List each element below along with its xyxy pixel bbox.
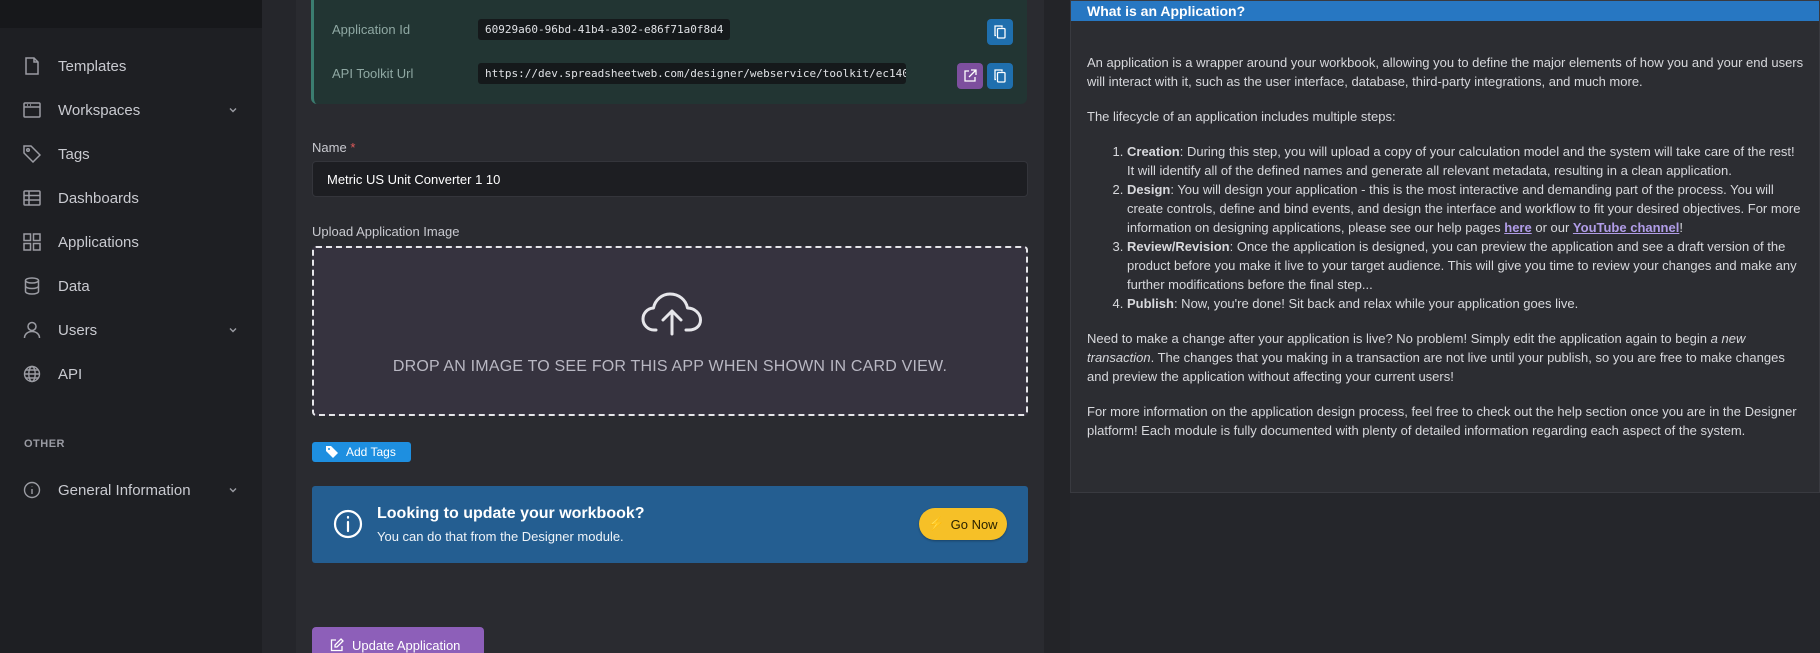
sidebar-item-general-information[interactable]: General Information — [22, 475, 240, 505]
link-connector: or our — [1531, 220, 1573, 235]
panel-paragraph: For more information on the application … — [1087, 404, 1797, 438]
copy-application-id-button[interactable] — [987, 19, 1013, 45]
step-title: Publish — [1127, 296, 1174, 311]
edit-icon — [330, 638, 344, 652]
youtube-channel-link[interactable]: YouTube channel — [1573, 220, 1679, 235]
tag-icon — [326, 446, 338, 458]
tag-icon — [22, 144, 42, 164]
copy-icon — [994, 25, 1006, 39]
grid-icon — [22, 232, 42, 252]
go-now-label: Go Now — [950, 516, 998, 532]
step-item: Review/Revision: Once the application is… — [1127, 237, 1805, 294]
step-text: : You will design your application - thi… — [1127, 182, 1801, 235]
application-id-label: Application Id — [332, 22, 411, 37]
chevron-down-icon[interactable] — [226, 483, 240, 497]
sidebar-item-label: Data — [58, 277, 90, 295]
update-workbook-banner: Looking to update your workbook? You can… — [312, 486, 1028, 563]
workspace-icon — [22, 100, 42, 120]
step-item: Design: You will design your application… — [1127, 180, 1805, 237]
sidebar-item-label: Tags — [58, 145, 90, 163]
image-dropzone[interactable]: DROP AN IMAGE TO SEE FOR THIS APP WHEN S… — [312, 246, 1028, 416]
panel-paragraph: Need to make a change after your applica… — [1087, 329, 1805, 386]
required-mark: * — [350, 140, 356, 155]
panel-body: An application is a wrapper around your … — [1087, 53, 1805, 456]
dropzone-text: DROP AN IMAGE TO SEE FOR THIS APP WHEN S… — [392, 358, 948, 375]
sidebar-item-tags[interactable]: Tags — [22, 139, 240, 169]
sidebar-item-api[interactable]: API — [22, 359, 240, 389]
add-tags-button[interactable]: Add Tags — [312, 442, 411, 462]
panel-text: Need to make a change after your applica… — [1087, 331, 1711, 346]
sidebar-item-workspaces[interactable]: Workspaces — [22, 95, 240, 125]
user-icon — [22, 320, 42, 340]
sidebar-item-label: Applications — [58, 233, 139, 251]
step-title: Design — [1127, 182, 1171, 197]
sidebar: Templates Workspaces Tags Dashboards App… — [0, 0, 262, 653]
api-toolkit-label: API Toolkit Url — [332, 66, 414, 81]
api-toolkit-value: https://dev.spreadsheetweb.com/designer/… — [478, 63, 906, 84]
help-pages-link[interactable]: here — [1504, 220, 1531, 235]
info-panel: What is an Application? An application i… — [1070, 0, 1820, 493]
name-label-text: Name — [312, 140, 347, 155]
application-id-row: Application Id 60929a60-96bd-41b4-a302-e… — [332, 19, 731, 40]
globe-icon — [22, 364, 42, 384]
sidebar-item-templates[interactable]: Templates — [22, 51, 240, 81]
chevron-down-icon[interactable] — [226, 103, 240, 117]
sidebar-item-label: Templates — [58, 57, 127, 75]
section-label-other: OTHER — [24, 438, 65, 450]
bolt-icon: ⚡ — [928, 516, 945, 531]
lifecycle-steps: Creation: During this step, you will upl… — [1127, 142, 1805, 313]
name-label: Name * — [312, 140, 355, 155]
copy-toolkit-url-button[interactable] — [987, 63, 1013, 89]
panel-text: . The changes that you making in a trans… — [1087, 350, 1785, 384]
step-text: : Now, you're done! Sit back and relax w… — [1173, 296, 1579, 311]
external-link-icon — [964, 69, 977, 82]
application-id-card: Application Id 60929a60-96bd-41b4-a302-e… — [311, 0, 1027, 104]
application-id-value: 60929a60-96bd-41b4-a302-e86f71a0f8d4 — [478, 19, 731, 40]
panel-paragraph: The lifecycle of an application includes… — [1087, 109, 1396, 124]
sidebar-item-label: API — [58, 365, 83, 383]
step-item: Publish: Now, you're done! Sit back and … — [1127, 294, 1805, 313]
database-icon — [22, 276, 42, 296]
open-toolkit-button[interactable] — [957, 63, 983, 89]
sidebar-item-label: Workspaces — [58, 101, 141, 119]
table-icon — [22, 188, 42, 208]
banner-subtitle: You can do that from the Designer module… — [377, 529, 624, 544]
info-circle-icon — [22, 480, 42, 500]
go-now-button[interactable]: ⚡ Go Now — [919, 508, 1007, 540]
copy-icon — [994, 69, 1006, 83]
step-item: Creation: During this step, you will upl… — [1127, 142, 1805, 180]
sidebar-item-dashboards[interactable]: Dashboards — [22, 183, 240, 213]
sidebar-item-label: Dashboards — [58, 189, 139, 207]
api-toolkit-row: API Toolkit Url https://dev.spreadsheetw… — [332, 63, 906, 84]
cloud-upload-icon — [641, 292, 702, 336]
update-application-label: Update Application — [352, 638, 461, 653]
sidebar-item-label: Users — [58, 321, 98, 339]
column-separator — [1044, 0, 1070, 653]
add-tags-label: Add Tags — [346, 445, 396, 459]
name-input[interactable] — [312, 161, 1028, 197]
step-text: : During this step, you will upload a co… — [1127, 144, 1795, 178]
chevron-down-icon[interactable] — [226, 323, 240, 337]
sidebar-item-applications[interactable]: Applications — [22, 227, 240, 257]
link-end: ! — [1679, 220, 1683, 235]
sidebar-item-label: General Information — [58, 481, 191, 499]
step-title: Review/Revision — [1127, 239, 1230, 254]
sidebar-item-users[interactable]: Users — [22, 315, 240, 345]
step-title: Creation — [1127, 144, 1180, 159]
upload-image-label: Upload Application Image — [312, 224, 460, 239]
panel-paragraph: An application is a wrapper around your … — [1087, 55, 1804, 89]
panel-title: What is an Application? — [1071, 1, 1819, 21]
info-circle-icon — [333, 509, 363, 539]
update-application-button[interactable]: Update Application — [312, 627, 484, 653]
banner-title: Looking to update your workbook? — [377, 505, 645, 522]
file-icon — [22, 56, 42, 76]
sidebar-item-data[interactable]: Data — [22, 271, 240, 301]
sidebar-topbar — [0, 0, 262, 28]
